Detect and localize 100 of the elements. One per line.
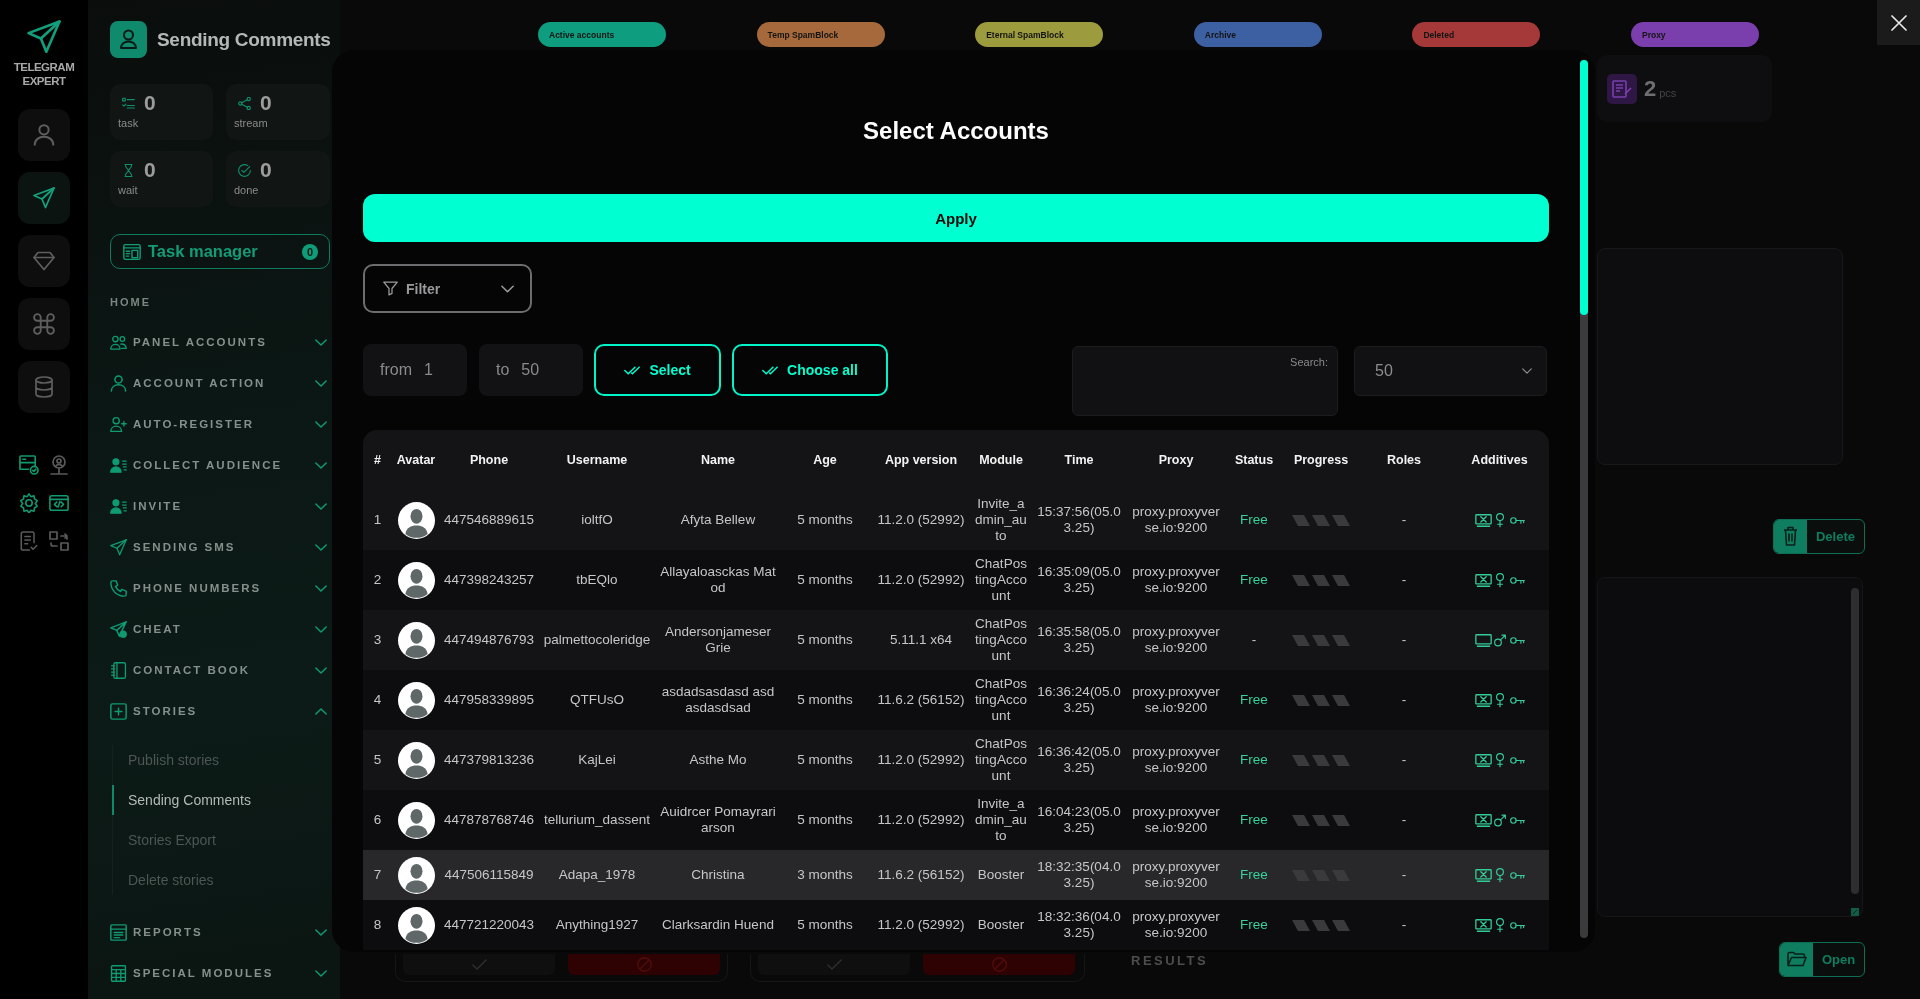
paper-plane-icon (27, 20, 61, 54)
table-cell-text: 11.6.2 (56152) (876, 867, 966, 883)
user-avatar-icon (397, 741, 435, 779)
striped-progress-icon (1292, 693, 1350, 707)
table-cell-text: tbEQlo (575, 572, 619, 588)
resize-handle-icon[interactable] (1851, 908, 1859, 916)
table-cell-text: ChatPostingAccount (974, 556, 1028, 604)
table-cell-text: proxy.proxyverse.io:9200 (1131, 859, 1221, 891)
category-pill: Temp SpamBlock (756, 22, 885, 47)
select-button[interactable]: Select (594, 344, 721, 396)
status-label: Free (1239, 917, 1269, 933)
nav-button[interactable] (18, 298, 70, 350)
menu-item[interactable]: PHONE NUMBERS (110, 573, 330, 603)
apply-button[interactable]: Apply (363, 194, 1549, 242)
command-key-icon (33, 313, 55, 335)
table-cell-text: Booster (976, 917, 1026, 933)
menu-item[interactable]: AUTO-REGISTER (110, 409, 330, 439)
menu-item[interactable]: REPORTS (110, 917, 330, 947)
table-cell-text: 5 months (796, 917, 854, 933)
row-number: 2 (372, 572, 383, 588)
user-pin-icon[interactable] (49, 455, 69, 475)
table-cell-text: proxy.proxyverse.io:9200 (1131, 564, 1221, 596)
scrollbar[interactable] (1580, 60, 1588, 938)
table-cell-text: 11.2.0 (52992) (876, 572, 966, 588)
category-pill: Proxy (1630, 22, 1759, 47)
range-from-field[interactable]: from 1 (363, 344, 467, 396)
count-badge: 0 (302, 243, 318, 260)
category-pill: Archive (1193, 22, 1322, 47)
menu-item[interactable]: SENDING SMS (110, 532, 330, 562)
table-cell-text: Booster (976, 867, 1026, 883)
table-cell-text: 11.6.2 (56152) (876, 692, 966, 708)
menu-item[interactable]: CONTACT BOOK (110, 655, 330, 685)
user-avatar-icon (397, 906, 435, 944)
table-cell-text: 11.2.0 (52992) (876, 917, 966, 933)
open-button[interactable]: Open (1779, 942, 1865, 977)
key-icon (1509, 696, 1525, 704)
scrollbar-thumb[interactable] (1580, 60, 1588, 315)
table-cell-text: 3 months (796, 867, 854, 883)
choose-all-button[interactable]: Choose all (732, 344, 888, 396)
key-icon (1509, 636, 1525, 644)
swap-icon[interactable] (49, 531, 69, 551)
stat-label: wait (118, 184, 138, 197)
delete-button[interactable]: Delete (1773, 519, 1865, 554)
column-header: App version (884, 453, 958, 467)
table-cell-text: ChatPostingAccount (974, 616, 1028, 664)
menu-item[interactable]: PANEL ACCOUNTS (110, 327, 330, 357)
column-header: Proxy (1158, 453, 1194, 467)
chevron-down-icon (501, 284, 514, 293)
table-cell-text: proxy.proxyverse.io:9200 (1131, 744, 1221, 776)
menu-item[interactable]: STORIES (110, 696, 330, 726)
range-to-field[interactable]: to 50 (479, 344, 583, 396)
document-icon (1607, 73, 1637, 104)
status-label: Free (1239, 867, 1269, 883)
column-header: Avatar (396, 453, 436, 467)
crossed-screen-icon (1474, 753, 1492, 767)
task-manager-button[interactable]: Task manager 0 (110, 234, 330, 269)
key-icon (1509, 871, 1525, 879)
column-header: Roles (1386, 453, 1421, 467)
table-cell-text: ioltfO (580, 512, 614, 528)
nav-button[interactable] (18, 235, 70, 287)
user-avatar-icon (397, 681, 435, 719)
table-cell-text: - (1400, 572, 1408, 588)
table-cell-text: - (1400, 752, 1408, 768)
table-cell-text: proxy.proxyverse.io:9200 (1131, 804, 1221, 836)
status-label: Free (1239, 572, 1269, 588)
checklist-icon[interactable] (19, 531, 39, 551)
table-cell-text: ChatPostingAccount (974, 736, 1028, 784)
table-cell-text: 5 months (796, 812, 854, 828)
row-number: 7 (372, 867, 383, 883)
page-size-select[interactable]: 50 (1354, 346, 1547, 396)
filter-dropdown[interactable]: Filter (363, 264, 532, 313)
table-cell-text: KajLei (577, 752, 617, 768)
female-sign-icon (1493, 752, 1506, 768)
server-check-icon[interactable] (19, 455, 39, 475)
code-window-icon[interactable] (49, 493, 69, 513)
menu-item[interactable]: ACCOUNT ACTION (110, 368, 330, 398)
dialog-title: Select Accounts (863, 116, 1049, 146)
table-cell-text: - (1400, 812, 1408, 828)
menu-item[interactable]: INVITE (110, 491, 330, 521)
table-cell-text: proxy.proxyverse.io:9200 (1131, 624, 1221, 656)
settings-icon[interactable] (19, 493, 39, 513)
nav-button[interactable] (18, 361, 70, 413)
table-grid-icon (110, 964, 127, 982)
submenu-item[interactable]: Sending Comments (112, 785, 261, 815)
nav-button[interactable] (18, 109, 70, 161)
search-field[interactable]: Search: (1072, 346, 1338, 416)
database-icon (33, 376, 55, 398)
user-avatar-icon (397, 501, 435, 539)
nav-button[interactable] (18, 172, 70, 224)
menu-item[interactable]: COLLECT AUDIENCE (110, 450, 330, 480)
table-cell-text: proxy.proxyverse.io:9200 (1131, 504, 1221, 536)
female-sign-icon (1493, 572, 1506, 588)
close-button[interactable] (1877, 0, 1920, 45)
table-cell-text: 447546889615 (442, 512, 536, 528)
menu-item[interactable]: SPECIAL MODULES (110, 958, 330, 988)
table-cell-text: 16:35:09(05.03.25) (1036, 564, 1122, 596)
table-cell-text: 11.2.0 (52992) (876, 752, 966, 768)
user-avatar-icon (397, 561, 435, 599)
scrollbar[interactable] (1851, 588, 1859, 895)
menu-item[interactable]: CHEAT (110, 614, 330, 644)
